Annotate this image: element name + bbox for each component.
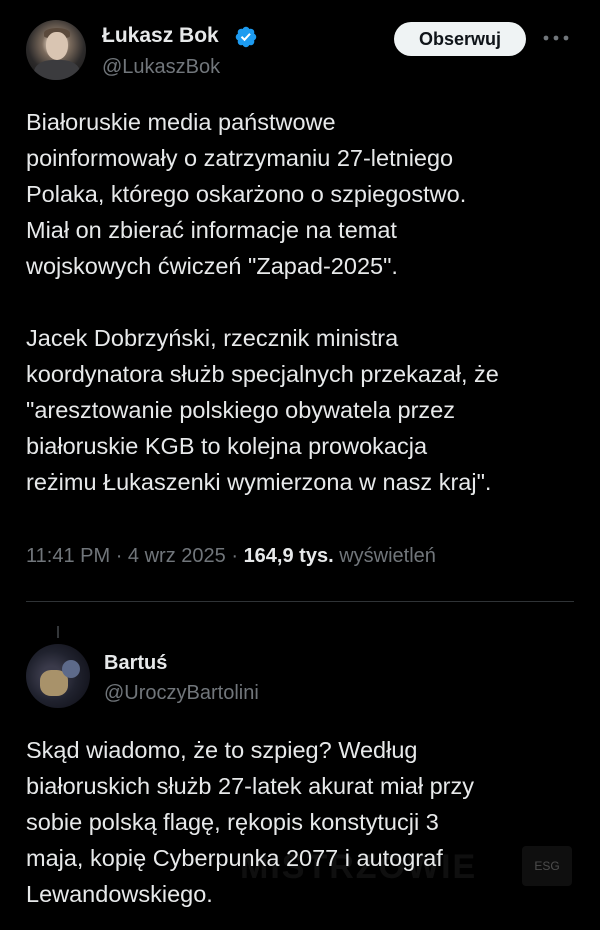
main-tweet: Łukasz Bok @LukaszBok Obserwuj Białorusk… — [0, 0, 600, 620]
avatar[interactable] — [26, 644, 90, 708]
more-options-icon[interactable] — [541, 33, 571, 43]
meta-separator: · — [231, 545, 238, 567]
views-count[interactable]: 164,9 tys. — [244, 545, 334, 567]
author-name[interactable]: Bartuś — [104, 652, 167, 675]
views-label: wyświetleń — [339, 545, 436, 567]
author-name[interactable]: Łukasz Bok — [102, 24, 219, 48]
watermark-badge: ESG — [522, 846, 572, 886]
verified-badge-icon — [235, 26, 257, 48]
watermark: MISTRZOWIE — [240, 848, 478, 886]
tweet-text: Białoruskie media państwowe poinformował… — [26, 109, 499, 495]
author-handle[interactable]: @LukaszBok — [102, 56, 220, 79]
divider — [26, 601, 574, 602]
avatar[interactable] — [26, 20, 86, 80]
thread-connector — [57, 626, 59, 638]
follow-button[interactable]: Obserwuj — [394, 22, 526, 56]
author-handle[interactable]: @UroczyBartolini — [104, 682, 259, 705]
reply-tweet: Bartuś @UroczyBartolini Skąd wiadomo, że… — [0, 620, 600, 930]
meta-separator: · — [115, 545, 123, 567]
tweet-date[interactable]: 4 wrz 2025 — [128, 545, 226, 567]
tweet-metadata: 11:41 PM · 4 wrz 2025 · 164,9 tys. wyświ… — [26, 545, 436, 568]
tweet-time[interactable]: 11:41 PM — [26, 545, 110, 567]
